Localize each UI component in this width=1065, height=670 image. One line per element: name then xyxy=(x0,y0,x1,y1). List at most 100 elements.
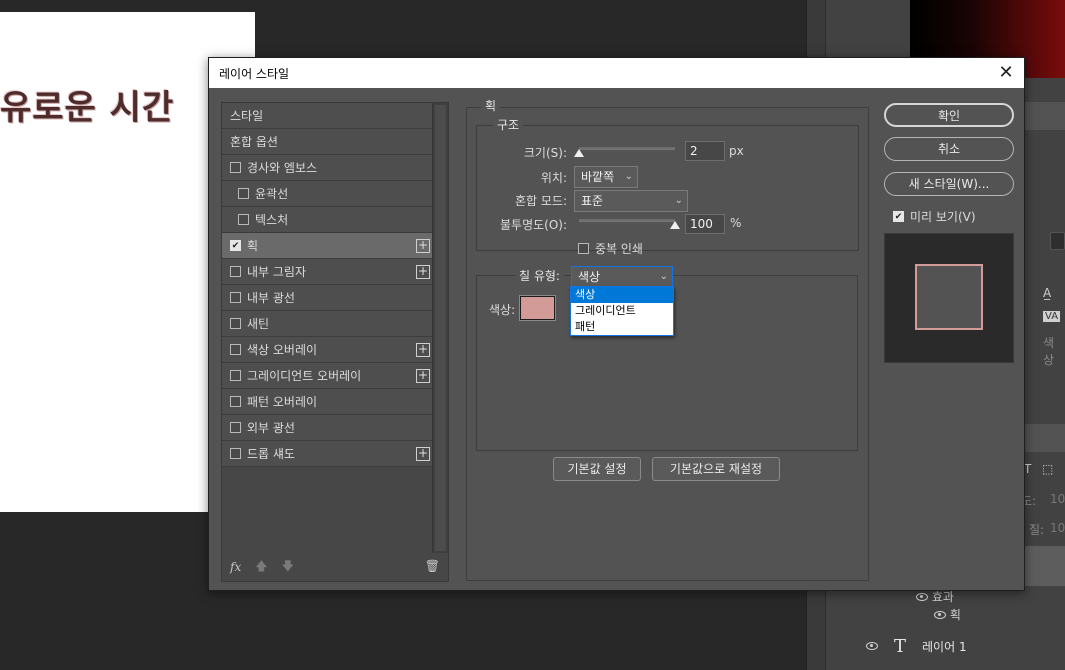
size-slider-knob[interactable] xyxy=(574,149,584,157)
position-value: 바깥쪽 xyxy=(581,170,615,184)
style-checkbox[interactable] xyxy=(230,422,241,433)
opacity-input[interactable]: 100 xyxy=(685,214,725,234)
add-effect-icon[interactable]: + xyxy=(416,447,430,461)
fill-field[interactable]: 10 xyxy=(1050,521,1065,535)
style-item[interactable]: 윤곽선 xyxy=(222,181,434,207)
panel-dropdown[interactable] xyxy=(1050,232,1065,250)
style-item-label: 윤곽선 xyxy=(255,187,289,201)
cancel-button[interactable]: 취소 xyxy=(884,137,1014,161)
overprint-checkbox-row[interactable]: 중복 인쇄 xyxy=(578,240,643,257)
type-icon[interactable]: T xyxy=(1024,462,1031,476)
tracking-icon[interactable]: VA xyxy=(1043,311,1061,322)
size-label: 크기(S): xyxy=(523,146,567,160)
style-checkbox[interactable] xyxy=(230,396,241,407)
ok-button[interactable]: 확인 xyxy=(884,103,1014,127)
style-item[interactable]: 외부 광선 xyxy=(222,415,434,441)
style-item-label: 패턴 오버레이 xyxy=(247,395,318,409)
style-checkbox[interactable] xyxy=(230,370,241,381)
eye-icon[interactable] xyxy=(866,642,878,650)
style-list: 스타일혼합 옵션경사와 엠보스윤곽선텍스처 ✔ 획 + 내부 그림자 + 내부 광선새틴색상… xyxy=(221,102,449,582)
style-checkbox[interactable] xyxy=(230,344,241,355)
style-item[interactable]: 새틴 xyxy=(222,311,434,337)
fill-type-option[interactable]: 그레이디언트 xyxy=(571,303,673,319)
style-item-label: 스타일 xyxy=(230,109,264,123)
opacity-field[interactable]: 10 xyxy=(1050,492,1065,506)
style-item[interactable]: 그레이디언트 오버레이 + xyxy=(222,363,434,389)
style-checkbox[interactable] xyxy=(238,188,249,199)
style-checkbox[interactable] xyxy=(230,292,241,303)
position-select[interactable]: 바깥쪽 ⌄ xyxy=(574,166,638,188)
style-checkbox[interactable] xyxy=(230,266,241,277)
style-item-label: 외부 광선 xyxy=(247,421,295,435)
chevron-down-icon: ⌄ xyxy=(659,271,668,282)
preview-checkbox[interactable]: ✔ xyxy=(893,211,904,222)
style-item[interactable]: 드롭 섀도 + xyxy=(222,441,434,467)
text-layer-icon: T xyxy=(894,635,907,657)
preview-swatch xyxy=(915,264,983,330)
fill-type-label: 칠 유형: xyxy=(515,267,564,284)
dialog-titlebar[interactable]: 레이어 스타일 ✕ xyxy=(209,58,1024,88)
overprint-checkbox[interactable] xyxy=(578,243,589,254)
style-item-label: 드롭 섀도 xyxy=(247,447,295,461)
style-checkbox[interactable] xyxy=(238,214,249,225)
add-effect-icon[interactable]: + xyxy=(416,239,430,253)
style-item-label: 획 xyxy=(247,239,259,253)
chevron-down-icon: ⌄ xyxy=(674,195,683,206)
new-style-button[interactable]: 새 스타일(W)... xyxy=(884,172,1014,196)
layer-row[interactable]: T 레이어 1 xyxy=(866,628,1065,664)
scrollbar-thumb[interactable] xyxy=(435,105,446,551)
layer-stroke-label: 획 xyxy=(949,608,961,622)
fill-type-select[interactable]: 색상 ⌄ xyxy=(571,266,673,288)
eye-icon[interactable] xyxy=(916,593,928,601)
style-list-footer: fx 🡅 🡇 🗑 xyxy=(222,553,448,581)
opacity-label: 불투명도(O): xyxy=(499,218,567,232)
style-item[interactable]: 경사와 엠보스 xyxy=(222,155,434,181)
eye-icon[interactable] xyxy=(934,611,946,619)
style-item-label: 경사와 엠보스 xyxy=(247,161,318,175)
reset-to-default-button[interactable]: 기본값으로 재설정 xyxy=(652,457,780,481)
blend-mode-label: 혼합 모드: xyxy=(514,194,567,208)
opacity-slider[interactable] xyxy=(579,219,675,222)
color-text: 색상 xyxy=(1043,336,1055,367)
style-item[interactable]: 텍스처 xyxy=(222,207,434,233)
leading-icon[interactable]: A̲ xyxy=(1043,286,1051,300)
style-item-label: 색상 오버레이 xyxy=(247,343,318,357)
style-checkbox[interactable] xyxy=(230,162,241,173)
opacity-slider-knob[interactable] xyxy=(670,221,680,229)
preview-checkbox-row[interactable]: ✔ 미리 보기(V) xyxy=(893,208,976,225)
style-item[interactable]: 색상 오버레이 + xyxy=(222,337,434,363)
transform-icon[interactable]: ⬚ xyxy=(1042,462,1053,476)
stroke-color-swatch[interactable] xyxy=(520,296,555,320)
style-item[interactable]: ✔ 획 + xyxy=(222,233,434,259)
style-checkbox[interactable]: ✔ xyxy=(230,240,241,251)
add-effect-icon[interactable]: + xyxy=(416,369,430,383)
style-item[interactable]: 내부 그림자 + xyxy=(222,259,434,285)
style-checkbox[interactable] xyxy=(230,318,241,329)
layer-effects-label: 효과 xyxy=(931,590,954,604)
layer-stroke-effect-row[interactable]: 획 xyxy=(934,606,961,623)
close-icon[interactable]: ✕ xyxy=(996,63,1016,83)
style-list-scrollbar[interactable] xyxy=(432,103,448,553)
fx-icon[interactable]: fx xyxy=(230,560,241,574)
stroke-title: 획 xyxy=(481,97,501,114)
trash-icon[interactable]: 🗑 xyxy=(425,559,440,573)
style-item[interactable]: 내부 광선 xyxy=(222,285,434,311)
opacity-unit: % xyxy=(730,216,742,230)
style-item-label: 새틴 xyxy=(247,317,270,331)
move-down-icon[interactable]: 🡇 xyxy=(282,557,294,578)
style-item[interactable]: 패턴 오버레이 xyxy=(222,389,434,415)
add-effect-icon[interactable]: + xyxy=(416,343,430,357)
style-item[interactable]: 혼합 옵션 xyxy=(222,129,434,155)
fill-type-option[interactable]: 패턴 xyxy=(571,319,673,335)
dialog-title: 레이어 스타일 xyxy=(219,66,290,81)
style-checkbox[interactable] xyxy=(230,448,241,459)
style-item-label: 내부 그림자 xyxy=(247,265,307,279)
blend-mode-select[interactable]: 표준 ⌄ xyxy=(574,190,688,212)
style-item[interactable]: 스타일 xyxy=(222,103,434,129)
move-up-icon[interactable]: 🡅 xyxy=(255,557,267,578)
size-slider[interactable] xyxy=(579,147,675,150)
fill-type-option[interactable]: 색상 xyxy=(571,287,673,303)
reset-default-button[interactable]: 기본값 설정 xyxy=(553,457,641,481)
size-input[interactable]: 2 xyxy=(685,141,725,161)
add-effect-icon[interactable]: + xyxy=(416,265,430,279)
